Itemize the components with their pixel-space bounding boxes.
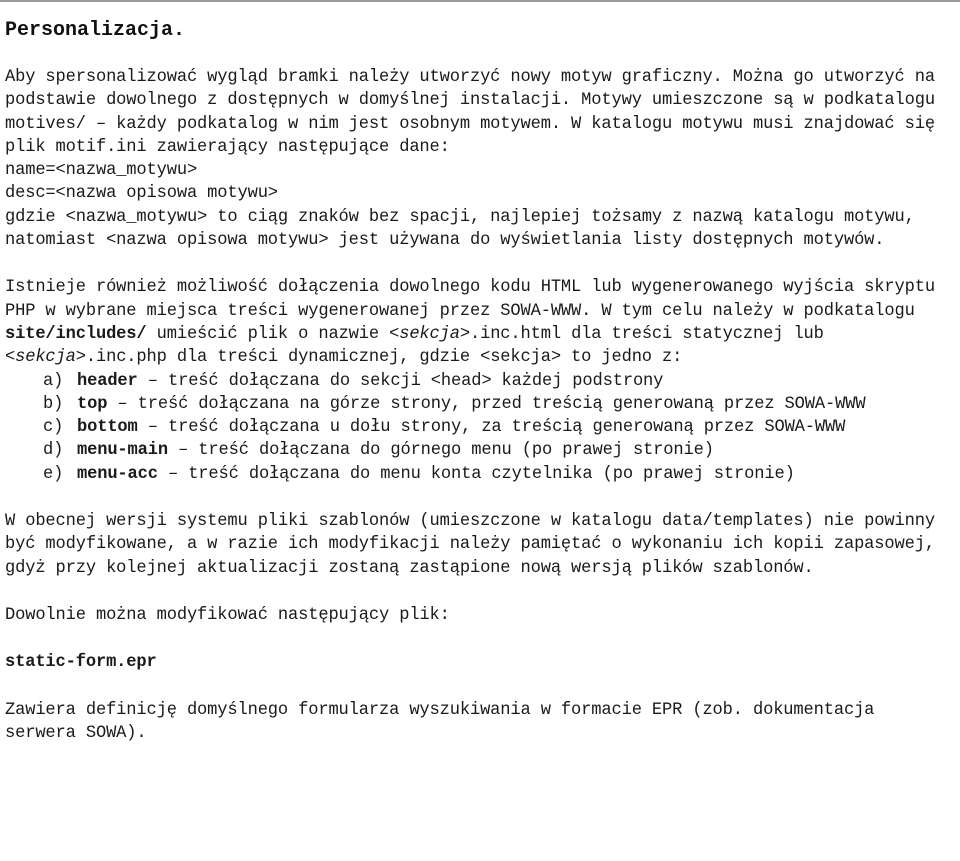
section-description: – treść dołączana u dołu strony, za treś… [137,418,846,438]
section-list: a) header – treść dołączana do sekcji <h… [5,370,954,486]
list-marker: e) [43,464,64,484]
list-item-body: bottom – treść dołączana u dołu strony, … [77,416,954,439]
section-description: – treść dołączana do menu konta czytelni… [157,464,795,484]
list-marker: a) [43,371,64,391]
section-name: menu-main [77,441,168,461]
list-item-body: menu-main – treść dołączana do górnego m… [77,439,954,462]
intro-paragraph: Aby spersonalizować wygląd bramki należy… [5,66,954,252]
list-marker: c) [43,418,64,438]
includes-text-part3: .inc.html dla treści statycznej lub [469,324,824,344]
list-item-body: menu-acc – treść dołączana do menu konta… [77,463,954,486]
sekcja-placeholder-html: <sekcja> [389,324,470,344]
list-item: d) menu-main – treść dołączana do górneg… [5,439,954,462]
modifiable-intro-paragraph: Dowolnie można modyfikować następujący p… [5,605,450,625]
sekcja-placeholder-php: <sekcja> [5,348,86,368]
list-marker: b) [43,394,64,414]
section-name: top [77,394,108,414]
list-item-body: header – treść dołączana do sekcji <head… [77,370,954,393]
page-title: Personalizacja. [5,19,186,42]
section-description: – treść dołączana do sekcji <head> każde… [137,371,664,391]
list-item: c) bottom – treść dołączana u dołu stron… [5,416,954,439]
list-item: b) top – treść dołączana na górze strony… [5,393,954,416]
includes-paragraph: Istnieje również możliwość dołączenia do… [5,276,954,369]
list-marker: d) [43,441,64,461]
intro-text-continued: gdzie <nazwa_motywu> to ciąg znaków bez … [5,207,915,251]
motif-ini-name-line: name=<nazwa_motywu> [5,161,198,181]
includes-path: site/includes/ [5,324,147,344]
section-name: header [77,371,138,391]
includes-text-part4: .inc.php dla treści dynamicznej, gdzie <… [85,348,683,368]
document-page: Personalizacja. Aby spersonalizować wygl… [0,0,960,861]
templates-paragraph: W obecnej wersji systemu pliki szablonów… [5,512,935,578]
static-form-description: Zawiera definicję domyślnego formularza … [5,700,875,743]
section-description: – treść dołączana do górnego menu (po pr… [167,441,714,461]
includes-text-part1: Istnieje również możliwość dołączenia do… [5,278,935,321]
section-name: bottom [77,418,138,438]
sub-heading-static-form: static-form.epr [5,653,157,673]
intro-text: Aby spersonalizować wygląd bramki należy… [5,68,935,157]
includes-text-part2: umieścić plik o nazwie [146,324,390,344]
section-description: – treść dołączana na górze strony, przed… [107,394,866,414]
section-name: menu-acc [77,464,158,484]
motif-ini-desc-line: desc=<nazwa opisowa motywu> [5,184,278,204]
list-item-body: top – treść dołączana na górze strony, p… [77,393,954,416]
list-item: a) header – treść dołączana do sekcji <h… [5,370,954,393]
list-item: e) menu-acc – treść dołączana do menu ko… [5,463,954,486]
